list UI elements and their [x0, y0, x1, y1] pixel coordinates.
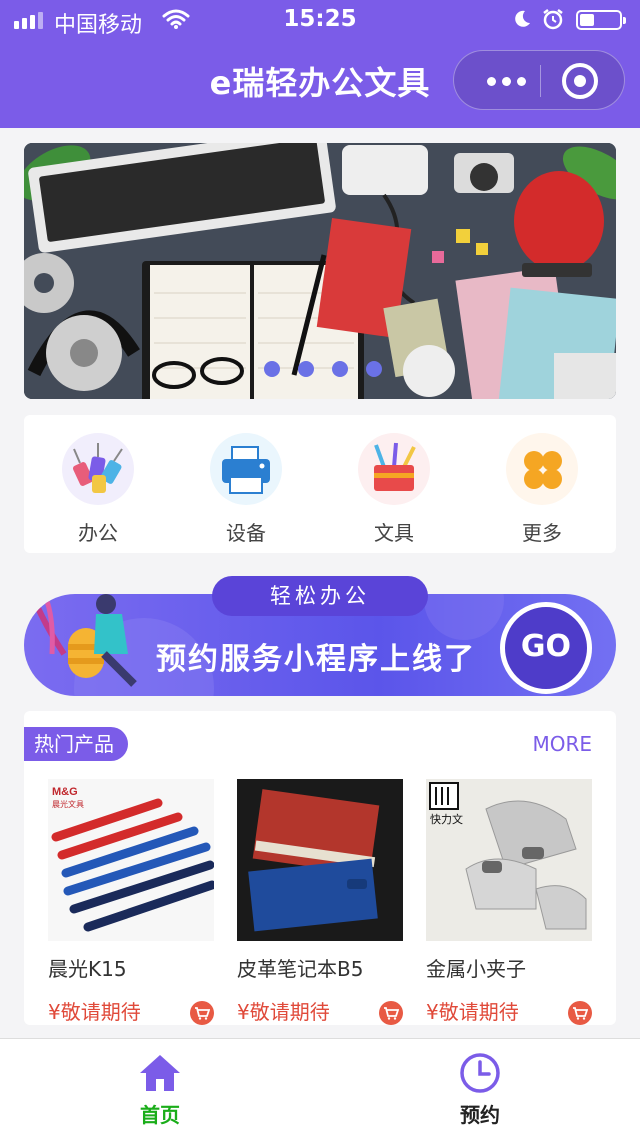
category-equipment[interactable]: 设备	[172, 415, 320, 553]
product-name: 皮革笔记本B5	[237, 957, 364, 981]
carousel-dot[interactable]	[366, 361, 382, 377]
product-name: 晨光K15	[48, 957, 127, 981]
clock-icon	[460, 1053, 500, 1093]
tab-label: 首页	[140, 1103, 180, 1127]
banner-carousel[interactable]	[24, 143, 616, 399]
mini-program-capsule	[453, 50, 625, 110]
category-label: 更多	[522, 521, 562, 545]
moon-icon	[515, 10, 530, 27]
promo-headline: 预约服务小程序上线了	[156, 642, 476, 677]
product-card[interactable]: M&G 晨光文具 晨光K15 ¥敬请期待	[48, 779, 214, 1025]
product-price: ¥敬请期待	[48, 1000, 141, 1024]
product-price: ¥敬请期待	[237, 1000, 330, 1024]
tab-label: 预约	[460, 1103, 500, 1127]
category-stationery[interactable]: 文具	[320, 415, 468, 553]
product-name: 金属小夹子	[426, 957, 526, 981]
category-label: 设备	[226, 521, 266, 545]
cart-icon[interactable]	[379, 1001, 403, 1025]
alarm-icon	[543, 9, 563, 30]
product-image: M&G 晨光文具	[48, 779, 214, 941]
carousel-dot[interactable]	[332, 361, 348, 377]
carousel-dot[interactable]	[264, 361, 280, 377]
category-label: 办公	[78, 521, 118, 545]
page-title: e瑞轻办公文具	[209, 64, 431, 102]
pen-holder-icon	[358, 433, 430, 505]
promo-tag: 轻松办公	[212, 576, 428, 616]
category-grid: 办公 设备 文具 更多	[24, 415, 616, 553]
product-image	[237, 779, 403, 941]
product-image: 快力文	[426, 779, 592, 941]
battery-icon	[576, 10, 626, 30]
svg-text:晨光文具: 晨光文具	[52, 799, 84, 809]
svg-text:快力文: 快力文	[430, 812, 463, 826]
category-more[interactable]: 更多	[468, 415, 616, 553]
printer-icon	[210, 433, 282, 505]
svg-text:M&G: M&G	[52, 786, 78, 798]
promo-banner[interactable]: 轻松办公 预约服务小程序上线了 GO	[24, 576, 616, 696]
tab-home[interactable]: 首页	[0, 1039, 320, 1135]
product-card[interactable]: 皮革笔记本B5 ¥敬请期待	[237, 779, 403, 1025]
product-card[interactable]: 快力文 金属小夹子 ¥敬请期待	[426, 779, 592, 1025]
more-link[interactable]: MORE	[532, 732, 592, 756]
tab-bar: 首页 预约	[0, 1038, 640, 1135]
more-options-button[interactable]	[476, 51, 536, 111]
category-label: 文具	[374, 521, 414, 545]
category-office[interactable]: 办公	[24, 415, 172, 553]
product-price: ¥敬请期待	[426, 1000, 519, 1024]
go-button[interactable]: GO	[500, 602, 592, 694]
more-grid-icon	[506, 433, 578, 505]
cart-icon[interactable]	[190, 1001, 214, 1025]
home-icon	[140, 1055, 180, 1091]
status-bar: 中国移动 15:25	[0, 0, 640, 40]
close-mini-program-button[interactable]	[562, 63, 598, 99]
capsule-divider	[540, 65, 541, 97]
cart-icon[interactable]	[568, 1001, 592, 1025]
carousel-indicators	[264, 361, 382, 377]
hot-products-section: 热门产品 MORE M&G 晨光文具 晨光K15 ¥敬请期待 皮革笔记本B5 ¥…	[24, 711, 616, 1025]
section-title: 热门产品	[24, 727, 128, 761]
tab-reservation[interactable]: 预约	[320, 1039, 640, 1135]
paper-clips-icon	[62, 433, 134, 505]
carousel-dot[interactable]	[298, 361, 314, 377]
top-bar: 中国移动 15:25 e瑞轻办公文具	[0, 0, 640, 128]
